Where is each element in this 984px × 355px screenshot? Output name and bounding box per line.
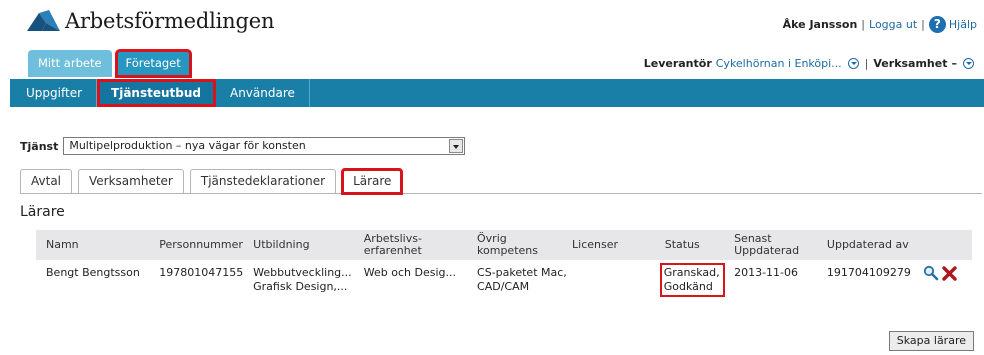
magnifier-icon[interactable] xyxy=(923,265,939,281)
provider-value[interactable]: Cykelhörnan i Enköpi... xyxy=(716,57,842,70)
help-link[interactable]: Hjälp xyxy=(949,18,977,31)
table-header-row: Namn Personnummer Utbildning Arbetslivs-… xyxy=(36,230,972,260)
tab-tjanstedeklarationer[interactable]: Tjänstedeklarationer xyxy=(189,169,337,193)
col-header-utbildning[interactable]: Utbildning xyxy=(246,230,354,260)
activity-label: Verksamhet xyxy=(873,57,948,70)
logout-link[interactable]: Logga ut xyxy=(869,18,917,31)
cell-kompetens: CS-paketet Mac, CAD/CAM xyxy=(467,260,570,294)
logo-text: Arbetsförmedlingen xyxy=(65,9,275,33)
service-row: Tjänst Multipelproduktion – nya vägar fö… xyxy=(20,137,466,155)
header-line: erfarenhet xyxy=(363,244,422,257)
service-selected-value: Multipelproduktion – nya vägar för konst… xyxy=(69,139,306,152)
cell-line: Grafisk Design,... xyxy=(253,280,348,293)
nav-uppgifter[interactable]: Uppgifter xyxy=(10,79,98,107)
cell-uppdaterad-av: 191704109279 xyxy=(826,266,911,279)
nav-tjansteutbud[interactable]: Tjänsteutbud xyxy=(97,79,216,107)
cell-line: Webbutveckling... xyxy=(253,266,352,279)
chevron-down-icon[interactable] xyxy=(847,58,859,69)
user-area: Åke Jansson | Logga ut | ? Hjälp xyxy=(783,16,977,33)
tab-avtal[interactable]: Avtal xyxy=(20,169,72,193)
col-header-status[interactable]: Status xyxy=(654,230,725,260)
logo[interactable]: Arbetsförmedlingen xyxy=(27,9,274,33)
cell-licenser xyxy=(570,260,655,294)
col-header-namn[interactable]: Namn xyxy=(36,230,150,260)
header-line: Uppdaterad xyxy=(734,244,800,257)
col-header-personnummer[interactable]: Personnummer xyxy=(149,230,247,260)
activity-value[interactable]: – xyxy=(952,57,958,70)
help-icon[interactable]: ? xyxy=(928,16,946,33)
cell-status: Granskad, Godkänd xyxy=(655,260,725,297)
tab-foretaget[interactable]: Företaget xyxy=(114,49,192,78)
table-row[interactable]: Bengt Bengtsson 197801047155 Webbutveckl… xyxy=(36,260,972,297)
chevron-down-icon[interactable] xyxy=(963,58,974,69)
cell-line: CAD/CAM xyxy=(477,280,530,293)
status-line: Godkänd xyxy=(663,280,713,293)
cell-erfarenhet: Web och Desig... xyxy=(363,266,457,279)
cell-personnummer: 197801047155 xyxy=(159,266,244,279)
col-header-uppdaterad-av[interactable]: Uppdaterad av xyxy=(816,230,913,260)
main-nav: Uppgifter Tjänsteutbud Användare xyxy=(10,79,984,107)
top-tabs: Mitt arbete Företaget xyxy=(28,49,195,78)
col-header-ovrig-kompetens[interactable]: Övrig kompetens xyxy=(467,230,571,260)
teachers-table: Namn Personnummer Utbildning Arbetslivs-… xyxy=(36,230,972,297)
sub-tabs: Avtal Verksamheter Tjänstedeklarationer … xyxy=(20,168,982,195)
col-header-arbetslivserfarenhet[interactable]: Arbetslivs- erfarenhet xyxy=(353,230,468,260)
tab-mitt-arbete[interactable]: Mitt arbete xyxy=(28,50,112,77)
status-line: Granskad, xyxy=(663,266,720,279)
cell-line: CS-paketet Mac, xyxy=(477,266,567,279)
col-header-licenser[interactable]: Licenser xyxy=(570,230,655,260)
cell-actions xyxy=(913,260,972,294)
separator: | xyxy=(864,57,869,70)
create-teacher-button[interactable]: Skapa lärare xyxy=(888,331,974,351)
col-header-senast-uppdaterad[interactable]: Senast Uppdaterad xyxy=(724,230,817,260)
separator: | xyxy=(921,18,925,31)
logo-mark-icon xyxy=(27,10,60,31)
tab-verksamheter[interactable]: Verksamheter xyxy=(78,169,184,193)
user-name: Åke Jansson xyxy=(782,18,858,31)
provider-label: Leverantör xyxy=(643,57,712,70)
col-header-actions xyxy=(912,230,972,260)
delete-icon[interactable] xyxy=(942,266,957,281)
cell-utbildning: Webbutveckling... Grafisk Design,... xyxy=(246,260,354,294)
section-title: Lärare xyxy=(20,204,65,220)
tab-larare[interactable]: Lärare xyxy=(341,168,404,195)
separator: | xyxy=(861,18,866,31)
nav-anvandare[interactable]: Användare xyxy=(216,79,310,107)
cell-namn: Bengt Bengtsson xyxy=(46,266,140,279)
service-label: Tjänst xyxy=(20,139,59,153)
provider-selector: Leverantör Cykelhörnan i Enköpi... | Ver… xyxy=(644,57,974,70)
status-badge: Granskad, Godkänd xyxy=(659,263,725,297)
cell-senast-uppdaterad: 2013-11-06 xyxy=(734,266,799,279)
service-select[interactable]: Multipelproduktion – nya vägar för konst… xyxy=(63,137,466,155)
dropdown-arrow-icon[interactable] xyxy=(449,139,464,153)
